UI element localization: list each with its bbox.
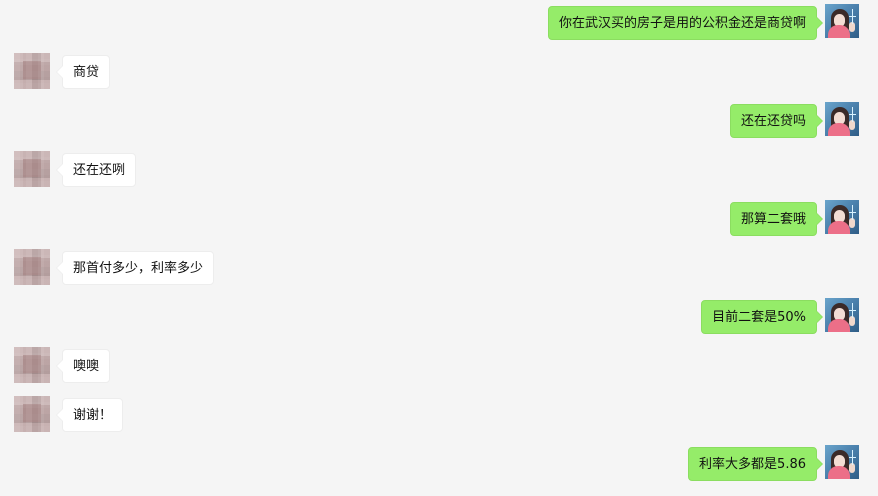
message-text: 商贷	[73, 64, 100, 80]
girl-avatar-icon[interactable]	[825, 445, 859, 479]
blurred-avatar-icon[interactable]	[14, 396, 50, 432]
outgoing-message-bubble: 目前二套是50%	[701, 300, 823, 334]
message-row: 那首付多少，利率多少	[0, 249, 878, 287]
incoming-message-bubble: 那首付多少，利率多少	[55, 251, 215, 285]
message-row: 噢噢	[0, 347, 878, 385]
message-text: 噢噢	[73, 358, 100, 374]
message-text: 谢谢！	[73, 407, 113, 423]
message-row: 还在还咧	[0, 151, 878, 189]
incoming-message-bubble: 商贷	[55, 55, 111, 89]
message-row: 还在还贷吗	[0, 102, 878, 140]
message-text: 还在还咧	[73, 162, 126, 178]
girl-avatar-icon[interactable]	[825, 4, 859, 38]
message-text: 利率大多都是5.86	[699, 456, 806, 472]
incoming-message-bubble: 噢噢	[55, 349, 111, 383]
message-row: 目前二套是50%	[0, 298, 878, 336]
outgoing-message-bubble: 那算二套哦	[729, 202, 824, 236]
message-text: 那算二套哦	[740, 211, 806, 227]
message-row: 利率大多都是5.86	[0, 445, 878, 483]
chat-window: 你在武汉买的房子是用的公积金还是商贷啊 商贷 还在还贷吗 还在还咧 那算二套哦	[0, 0, 878, 496]
outgoing-message-bubble: 利率大多都是5.86	[688, 447, 823, 481]
message-text: 还在还贷吗	[740, 113, 806, 129]
blurred-avatar-icon[interactable]	[14, 347, 50, 383]
girl-avatar-icon[interactable]	[825, 298, 859, 332]
incoming-message-bubble: 谢谢！	[55, 398, 124, 432]
blurred-avatar-icon[interactable]	[14, 249, 50, 285]
incoming-message-bubble: 还在还咧	[55, 153, 137, 187]
message-text: 目前二套是50%	[712, 309, 806, 325]
blurred-avatar-icon[interactable]	[14, 53, 50, 89]
message-row: 那算二套哦	[0, 200, 878, 238]
message-row: 谢谢！	[0, 396, 878, 434]
message-text: 那首付多少，利率多少	[73, 260, 204, 276]
outgoing-message-bubble: 你在武汉买的房子是用的公积金还是商贷啊	[547, 6, 824, 40]
outgoing-message-bubble: 还在还贷吗	[729, 104, 824, 138]
message-row: 你在武汉买的房子是用的公积金还是商贷啊	[0, 4, 878, 42]
message-row: 商贷	[0, 53, 878, 91]
message-text: 你在武汉买的房子是用的公积金还是商贷啊	[558, 15, 806, 31]
blurred-avatar-icon[interactable]	[14, 151, 50, 187]
girl-avatar-icon[interactable]	[825, 102, 859, 136]
girl-avatar-icon[interactable]	[825, 200, 859, 234]
